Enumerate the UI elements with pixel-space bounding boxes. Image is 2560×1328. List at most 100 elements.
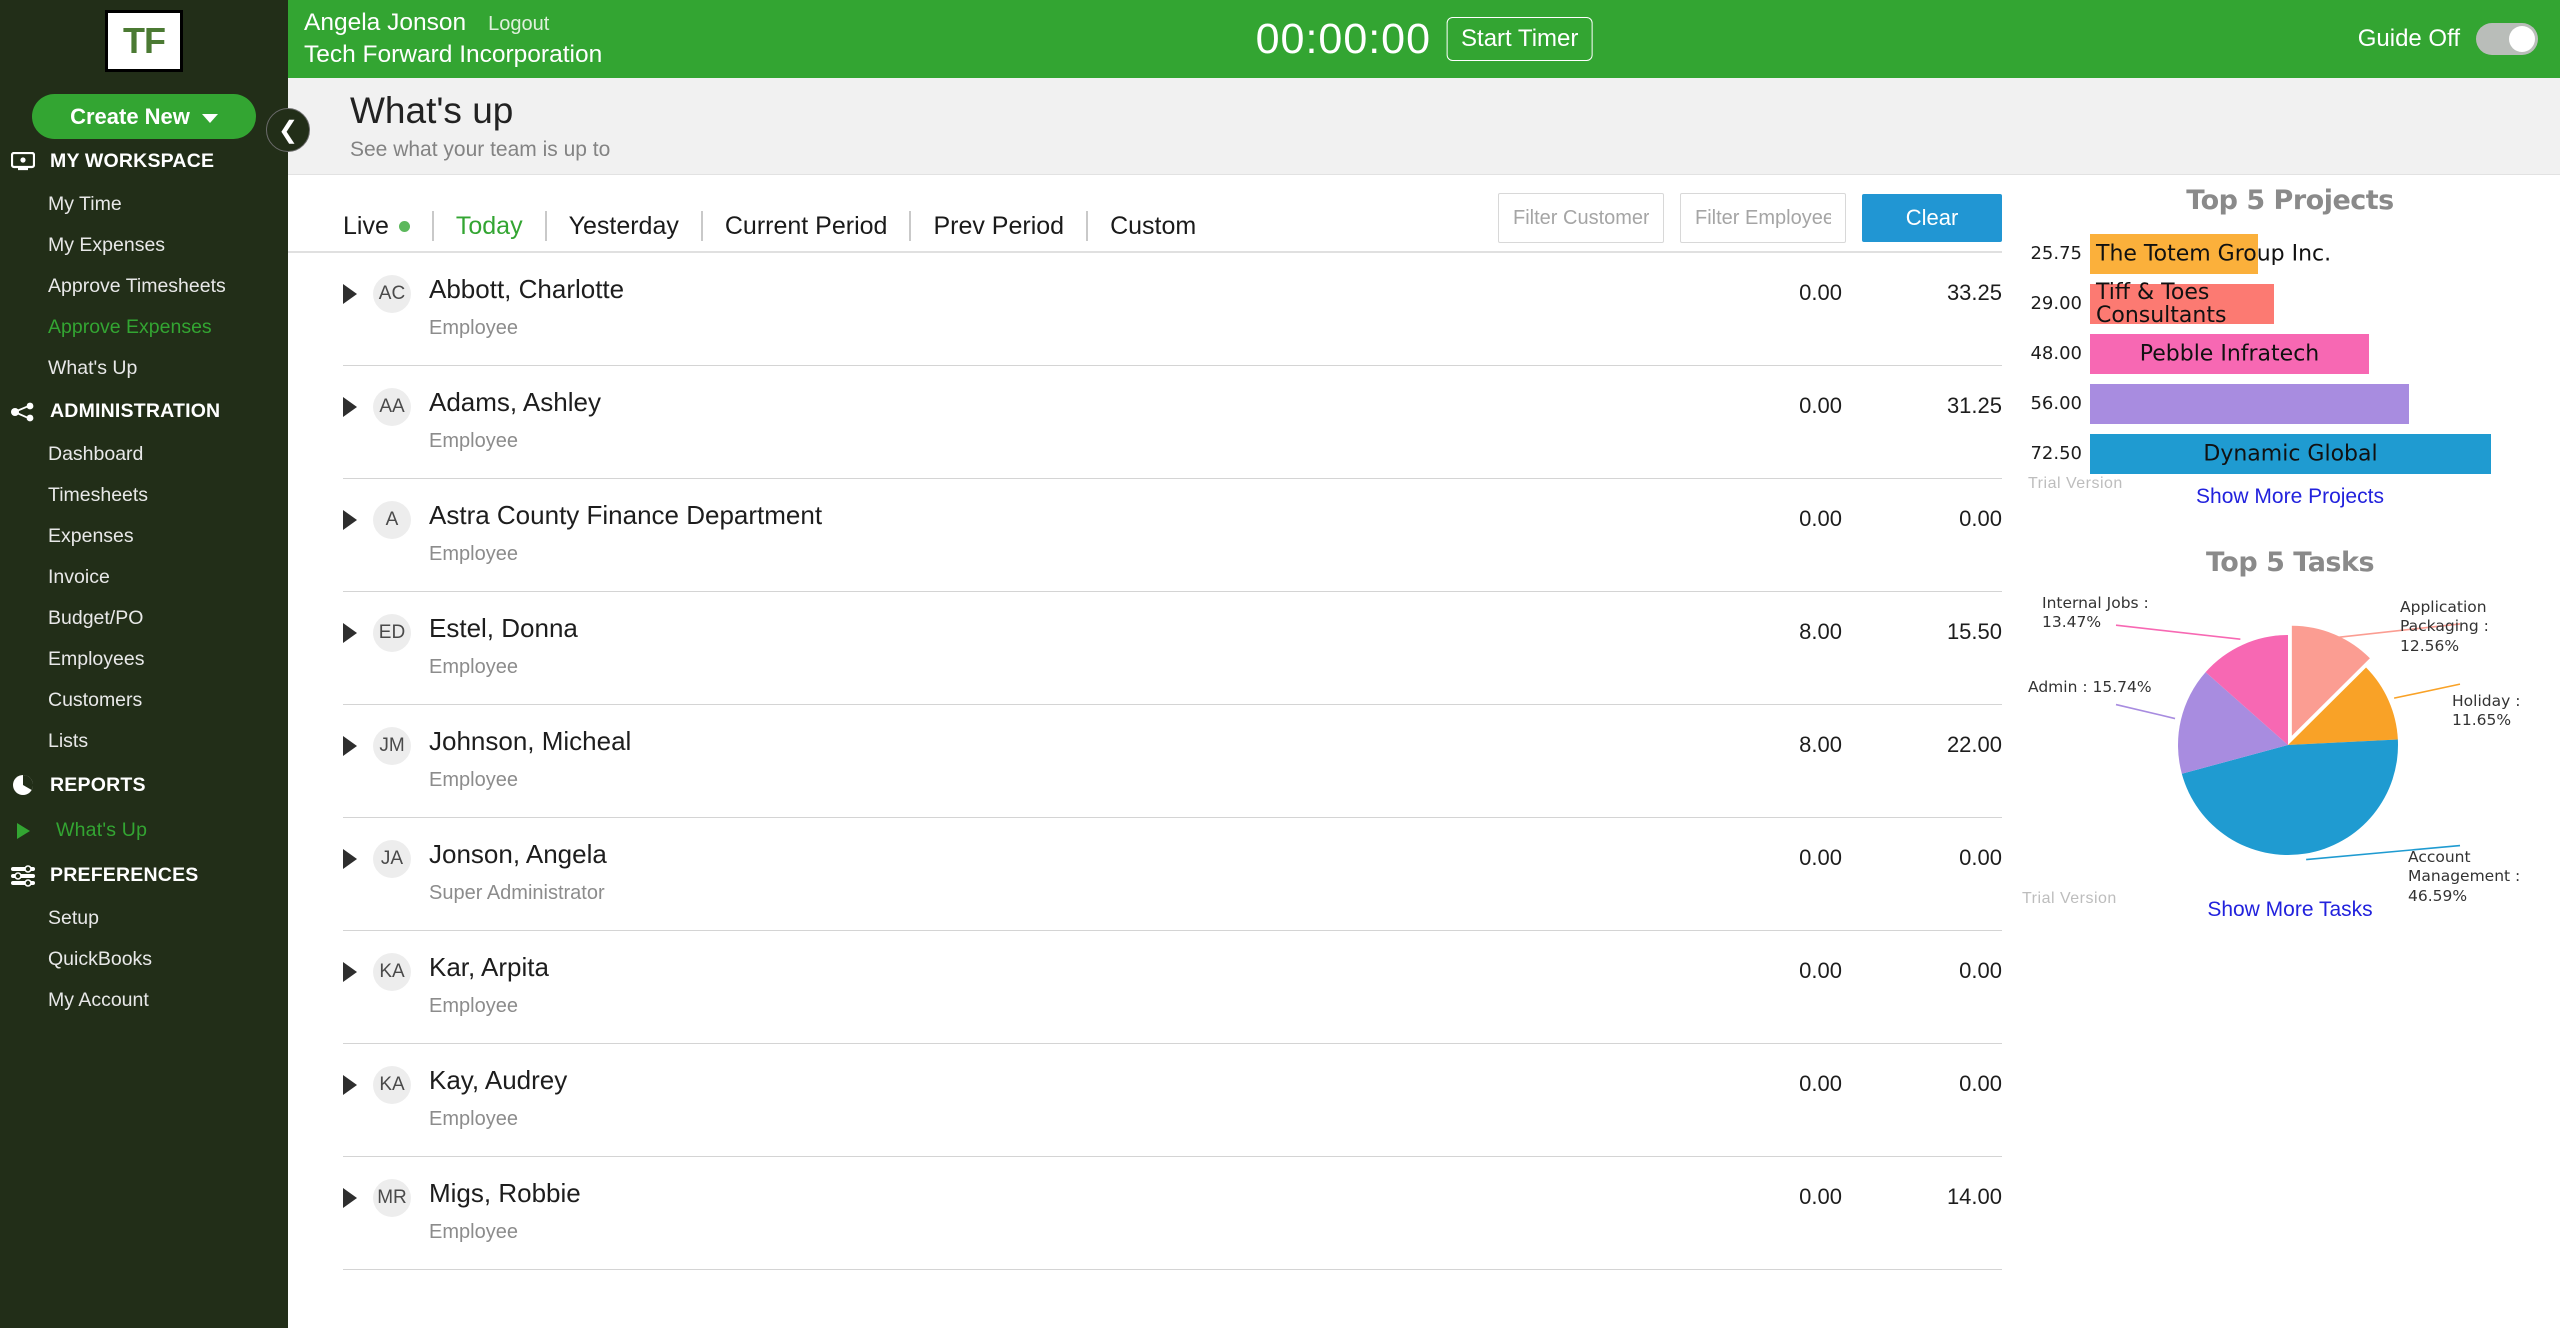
chevron-down-icon bbox=[201, 113, 218, 123]
hours-column-2: 0.00 bbox=[1959, 506, 2002, 531]
tasks-pie: Trial Version Application Packaging : 12… bbox=[2020, 580, 2560, 910]
bar-category-label: Dynamic Global bbox=[2203, 440, 2378, 466]
employee-name: Kay, Audrey bbox=[429, 1065, 568, 1095]
guide-toggle[interactable] bbox=[2476, 23, 2538, 55]
bar-value-label: 29.00 bbox=[2030, 293, 2082, 314]
employee-info: Johnson, Micheal Employee bbox=[429, 727, 1692, 792]
table-row[interactable]: JA Jonson, Angela Super Administrator 0.00 0… bbox=[343, 818, 2002, 931]
sidebar-item-timesheets[interactable]: Timesheets bbox=[0, 475, 288, 516]
table-row[interactable]: AC Abbott, Charlotte Employee 0.00 33.25 bbox=[343, 253, 2002, 366]
expand-row-caret-icon[interactable] bbox=[343, 284, 357, 304]
tab-today[interactable]: Today bbox=[434, 213, 545, 239]
expand-row-caret-icon[interactable] bbox=[343, 1188, 357, 1208]
monitor-icon bbox=[10, 151, 36, 172]
sidebar-item-label: Setup bbox=[48, 907, 99, 929]
table-row[interactable]: JM Johnson, Micheal Employee 8.00 22.00 bbox=[343, 705, 2002, 818]
table-row[interactable]: MR Migs, Robbie Employee 0.00 14.00 bbox=[343, 1157, 2002, 1270]
employee-name: Kar, Arpita bbox=[429, 952, 549, 982]
top-tasks-chart: Top 5 Tasks Trial Version Application Pa… bbox=[2020, 547, 2560, 922]
sidebar-item-my-time[interactable]: My Time bbox=[0, 184, 288, 225]
avatar-initials: KA bbox=[379, 1074, 405, 1095]
sidebar-item-what-s-up[interactable]: What's Up bbox=[0, 808, 288, 853]
tab-live[interactable]: Live bbox=[343, 211, 432, 240]
sidebar-item-approve-timesheets[interactable]: Approve Timesheets bbox=[0, 266, 288, 307]
tab-label: Live bbox=[343, 211, 389, 240]
sidebar-section-preferences[interactable]: PREFERENCES bbox=[0, 853, 288, 898]
bar-category-label: Pebble Infratech bbox=[2139, 340, 2320, 366]
table-row[interactable]: AA Adams, Ashley Employee 0.00 31.25 bbox=[343, 366, 2002, 479]
period-tabs: Live Today Yesterday Current Period Prev Per… bbox=[288, 175, 2002, 253]
employee-name: Adams, Ashley bbox=[429, 387, 601, 417]
sidebar-item-employees[interactable]: Employees bbox=[0, 639, 288, 680]
hours-column-1: 0.00 bbox=[1799, 280, 1842, 305]
bar-row: 29.00 Tiff & Toes Consultants bbox=[2020, 280, 2560, 327]
pie-leader-line bbox=[2115, 703, 2176, 720]
expand-row-caret-icon[interactable] bbox=[343, 736, 357, 756]
tab-custom[interactable]: Custom bbox=[1088, 213, 1218, 239]
hours-column-2: 31.25 bbox=[1946, 393, 2002, 418]
expand-row-caret-icon[interactable] bbox=[343, 397, 357, 417]
hours-column-2: 15.50 bbox=[1946, 619, 2002, 644]
table-row[interactable]: A Astra County Finance Department Employee… bbox=[343, 479, 2002, 592]
expand-row-caret-icon[interactable] bbox=[343, 849, 357, 869]
hours-column-1: 0.00 bbox=[1799, 1071, 1842, 1096]
tab-yesterday[interactable]: Yesterday bbox=[547, 213, 701, 239]
expand-row-caret-icon[interactable] bbox=[343, 510, 357, 530]
filter-employee-input[interactable] bbox=[1680, 193, 1846, 243]
sidebar-item-approve-expenses[interactable]: Approve Expenses bbox=[0, 307, 288, 348]
avatar: AC bbox=[373, 275, 411, 313]
sidebar-item-dashboard[interactable]: Dashboard bbox=[0, 434, 288, 475]
logout-link[interactable]: Logout bbox=[488, 11, 549, 37]
start-timer-button[interactable]: Start Timer bbox=[1447, 17, 1593, 61]
employee-name: Estel, Donna bbox=[429, 613, 578, 643]
expand-row-caret-icon[interactable] bbox=[343, 1075, 357, 1095]
hours-column-1: 0.00 bbox=[1799, 958, 1842, 983]
sidebar-item-what-s-up[interactable]: What's Up bbox=[0, 348, 288, 389]
table-row[interactable]: KA Kay, Audrey Employee 0.00 0.00 bbox=[343, 1044, 2002, 1157]
content-area: Live Today Yesterday Current Period Prev Per… bbox=[288, 175, 2560, 1328]
sidebar-section-administration[interactable]: ADMINISTRATION bbox=[0, 389, 288, 434]
create-new-button[interactable]: Create New bbox=[32, 94, 256, 139]
avatar: KA bbox=[373, 953, 411, 991]
hours-column-1: 0.00 bbox=[1799, 845, 1842, 870]
table-row[interactable]: KA Kar, Arpita Employee 0.00 0.00 bbox=[343, 931, 2002, 1044]
hours-column-2: 0.00 bbox=[1959, 958, 2002, 983]
sidebar-collapse-button[interactable]: ❮ bbox=[266, 108, 310, 152]
bar-value-label: 72.50 bbox=[2030, 443, 2082, 464]
live-status-dot bbox=[398, 220, 410, 232]
bar-row: 48.00 Pebble Infratech bbox=[2020, 330, 2560, 377]
table-row[interactable]: ED Estel, Donna Employee 8.00 15.50 bbox=[343, 592, 2002, 705]
avatar: KA bbox=[373, 1066, 411, 1104]
avatar-initials: JM bbox=[379, 735, 405, 756]
clear-button[interactable]: Clear bbox=[1862, 194, 2002, 242]
employee-info: Kay, Audrey Employee bbox=[429, 1066, 1692, 1131]
sidebar-item-expenses[interactable]: Expenses bbox=[0, 516, 288, 557]
sidebar-item-lists[interactable]: Lists bbox=[0, 721, 288, 762]
sidebar-item-label: Customers bbox=[48, 689, 143, 711]
bar-box: Pebble Infratech bbox=[2090, 333, 2369, 374]
expand-row-caret-icon[interactable] bbox=[343, 623, 357, 643]
sidebar-item-setup[interactable]: Setup bbox=[0, 898, 288, 939]
expand-row-caret-icon[interactable] bbox=[343, 962, 357, 982]
sidebar-section-reports[interactable]: REPORTS bbox=[0, 762, 288, 808]
filter-customer-input[interactable] bbox=[1498, 193, 1664, 243]
sidebar-item-label: Expenses bbox=[48, 525, 134, 547]
sidebar-item-budget-po[interactable]: Budget/PO bbox=[0, 598, 288, 639]
projects-watermark: Trial Version bbox=[2028, 475, 2123, 492]
employee-info: Estel, Donna Employee bbox=[429, 614, 1692, 679]
sidebar-item-customers[interactable]: Customers bbox=[0, 680, 288, 721]
sidebar-section-my-workspace[interactable]: MY WORKSPACE bbox=[0, 139, 288, 184]
sidebar-item-label: Employees bbox=[48, 648, 145, 670]
employee-info: Migs, Robbie Employee bbox=[429, 1179, 1692, 1244]
sidebar-item-invoice[interactable]: Invoice bbox=[0, 557, 288, 598]
bar bbox=[2090, 383, 2409, 424]
tab-current-period[interactable]: Current Period bbox=[703, 213, 910, 239]
hours-column-2: 33.25 bbox=[1946, 280, 2002, 305]
sidebar-item-quickbooks[interactable]: QuickBooks bbox=[0, 939, 288, 980]
sidebar-item-my-expenses[interactable]: My Expenses bbox=[0, 225, 288, 266]
pie-slice-label: Application Packaging : 12.56% bbox=[2400, 598, 2489, 655]
sidebar-item-my-account[interactable]: My Account bbox=[0, 980, 288, 1021]
tab-prev-period[interactable]: Prev Period bbox=[911, 213, 1086, 239]
employee-info: Adams, Ashley Employee bbox=[429, 388, 1692, 453]
bar-row: 25.75 The Totem Group Inc. bbox=[2020, 230, 2560, 277]
